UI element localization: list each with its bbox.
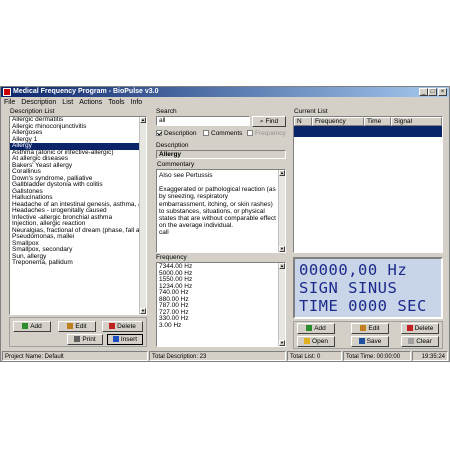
status-total-time: Total Time: 00:00:00 [343,351,411,361]
search-input[interactable]: all [156,116,250,126]
app-icon [3,88,11,96]
frequency-list[interactable]: 7344.00 Hz 5000.00 Hz 1550.00 Hz 1234.00 Hz… [156,262,286,347]
status-project: Project Name: Default [2,351,148,361]
status-bar: Project Name: Default Total Description:… [1,351,449,361]
add-list-button[interactable]: Add [297,323,335,334]
commentary-text[interactable]: Also see Pertussis Exaggerated or pathol… [156,169,286,253]
disk-icon [358,338,365,345]
lcd-display: 00000,00 Hz SIGN SINUS TIME 0000 SEC [293,257,443,319]
close-button[interactable]: × [438,88,447,96]
insert-button[interactable]: Insert [107,334,143,345]
current-list-label: Current List [294,108,328,115]
save-button[interactable]: Save [351,336,389,347]
minimize-button[interactable]: _ [419,88,428,96]
description-checkbox[interactable]: Description [156,130,197,137]
checkbox-empty-icon [203,130,209,137]
clear-icon [408,338,415,345]
search-icon: ⌕ [259,118,264,125]
plus-icon [306,325,313,332]
status-clock: 19:35:24 [412,351,448,361]
insert-arrow-icon [112,336,119,343]
description-list-item[interactable]: Treponema, pallidum [10,259,146,267]
search-label: Search [156,108,177,115]
pencil-icon [67,323,74,330]
window-title: Medical Frequency Program - BioPulse v3.… [13,88,159,95]
printer-icon [74,336,81,343]
add-description-button[interactable]: Add [13,321,51,332]
menu-info[interactable]: Info [128,98,146,107]
frequency-list-item[interactable]: 3.00 Hz [157,322,285,330]
column-header-frequency[interactable]: Frequency [312,117,364,126]
clear-button[interactable]: Clear [401,336,439,347]
description-list-scrollbar[interactable]: ▲ ▼ [139,117,146,314]
frequency-label: Frequency [156,254,187,261]
menu-bar: File Description List Actions Tools Info [1,98,449,107]
comments-checkbox[interactable]: Comments [203,130,242,137]
lcd-frequency-readout: 00000,00 Hz [299,261,408,279]
menu-actions[interactable]: Actions [76,98,105,107]
title-bar[interactable]: Medical Frequency Program - BioPulse v3.… [1,87,449,97]
plus-icon [22,323,29,330]
frequency-checkbox[interactable]: Frequency [247,130,286,137]
pencil-icon [360,325,367,332]
delete-list-button[interactable]: Delete [401,323,439,334]
edit-list-button[interactable]: Edit [351,323,389,334]
maximize-button[interactable]: □ [428,88,437,96]
folder-icon [304,338,311,345]
commentary-extra: call [159,229,169,237]
commentary-label: Commentary [157,161,195,168]
open-button[interactable]: Open [297,336,335,347]
app-window: Medical Frequency Program - BioPulse v3.… [0,86,450,362]
table-row-selected[interactable] [294,126,442,137]
delete-x-icon [406,325,413,332]
delete-description-button[interactable]: Delete [102,321,143,332]
description-section-label: Description [156,142,189,149]
commentary-body: Exaggerated or pathological reaction (as… [159,186,276,230]
print-button[interactable]: Print [67,334,103,345]
checkbox-empty-icon [247,130,253,137]
column-header-n[interactable]: N [294,117,312,126]
description-name: Allergy [156,150,286,159]
description-list[interactable]: Allergic dermatitis Allergic rhinoconjunc… [9,116,147,315]
commentary-scrollbar[interactable]: ▲ ▼ [278,170,285,252]
status-total-description: Total Description: 23 [149,351,286,361]
lcd-time-readout: TIME 0000 SEC [299,297,427,315]
status-total-lists: Total List: 0 [287,351,342,361]
edit-description-button[interactable]: Edit [58,321,96,332]
lcd-signal-readout: SIGN SINUS [299,279,398,297]
commentary-also-see: Also see Pertussis [159,172,213,179]
checkbox-checked-icon [156,130,162,137]
delete-x-icon [109,323,116,330]
frequency-scrollbar[interactable]: ▲ ▼ [278,263,285,346]
column-header-time[interactable]: Time [364,117,391,126]
description-list-label: Description List [10,108,55,115]
menu-file[interactable]: File [1,98,18,107]
find-button[interactable]: ⌕ Find [252,116,286,127]
current-list-table[interactable]: N Frequency Time Signal [293,116,443,253]
menu-list[interactable]: List [59,98,76,107]
menu-description[interactable]: Description [18,98,59,107]
menu-tools[interactable]: Tools [105,98,127,107]
column-header-signal[interactable]: Signal [391,117,442,126]
